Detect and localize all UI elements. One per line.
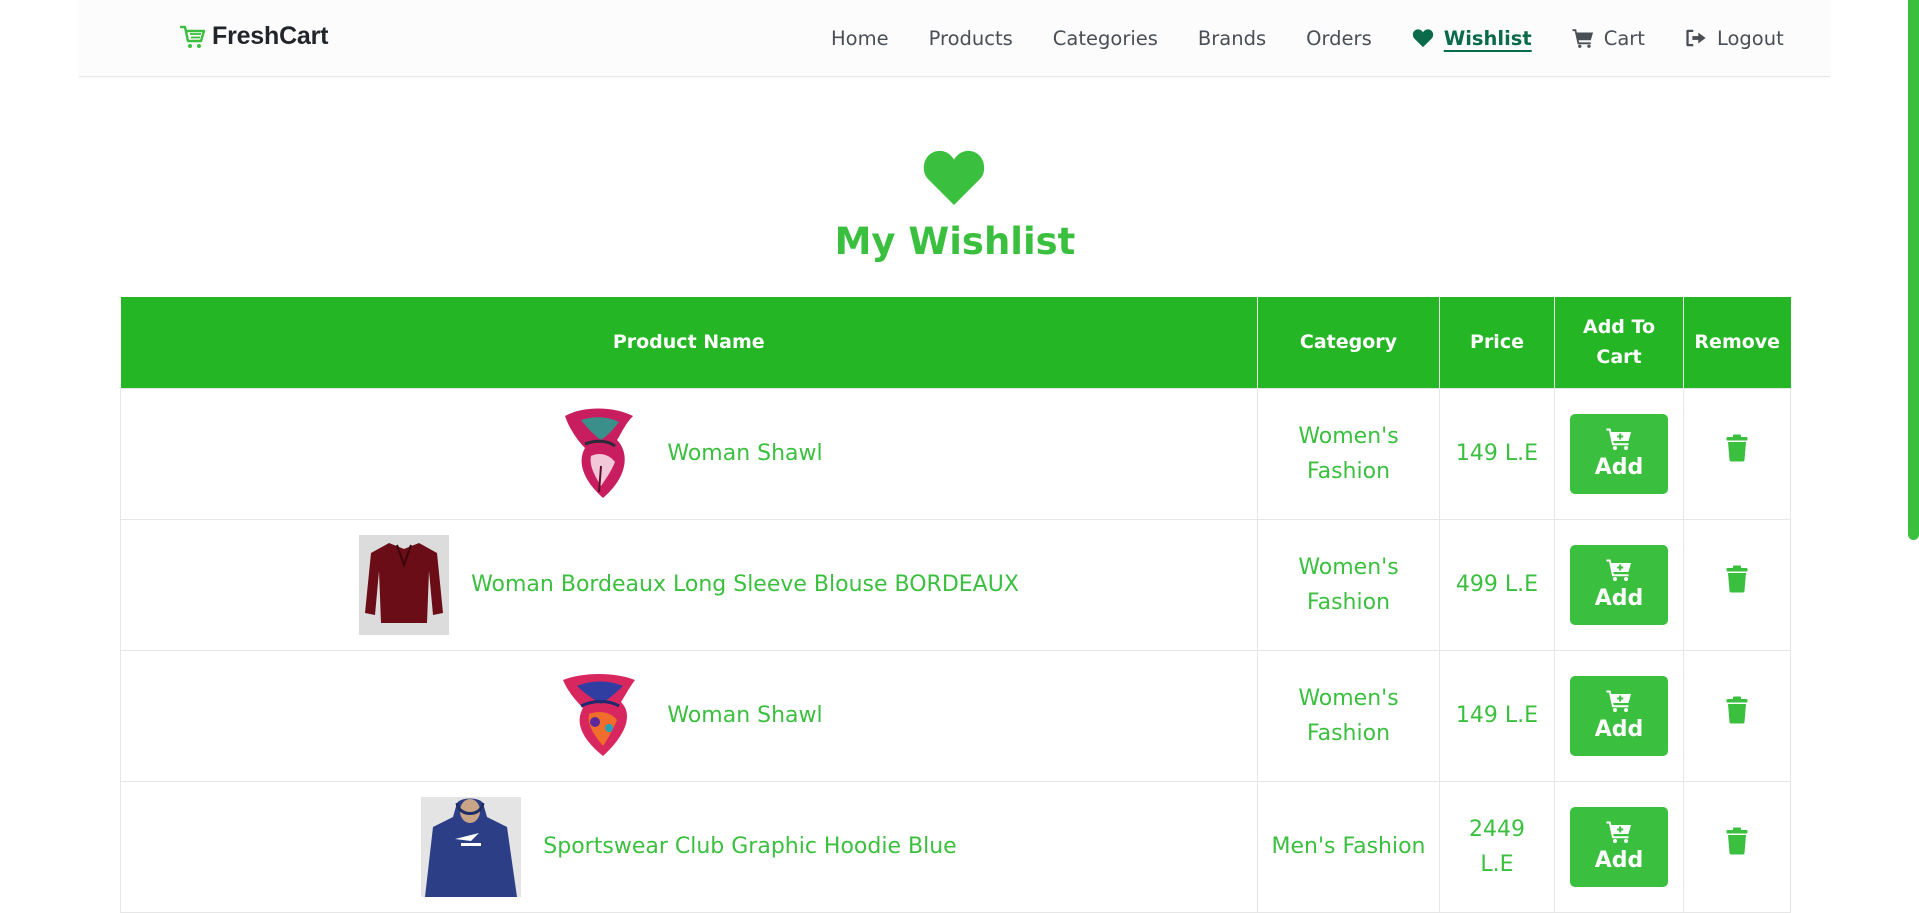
nav-categories-label: Categories — [1052, 26, 1158, 50]
table-row: Sportswear Club Graphic Hoodie Blue Men'… — [120, 780, 1791, 913]
header-add-to-cart: Add To Cart — [1554, 297, 1684, 388]
table-header-row: Product Name Category Price Add To Cart … — [120, 297, 1791, 388]
product-cell: Woman Bordeaux Long Sleeve Blouse BORDEA… — [120, 518, 1258, 651]
brand-name: FreshCart — [212, 22, 329, 50]
navbar: FreshCart Home Products Categories Brand… — [79, 0, 1830, 77]
wishlist-table: Product Name Category Price Add To Cart … — [120, 297, 1791, 913]
add-to-cart-cell: Add — [1554, 387, 1684, 520]
nav-home-label: Home — [831, 26, 889, 50]
page-scrollbar[interactable] — [1908, 0, 1919, 913]
logout-icon — [1686, 29, 1706, 47]
brand-logo[interactable]: FreshCart — [180, 22, 328, 51]
nav-wishlist[interactable]: Wishlist — [1412, 27, 1532, 50]
nav-logout[interactable]: Logout — [1685, 27, 1784, 50]
trash-icon — [1726, 565, 1748, 593]
product-image-hoodie[interactable] — [421, 796, 522, 897]
shawl-image — [565, 408, 634, 498]
remove-cell — [1683, 649, 1791, 782]
remove-button[interactable] — [1726, 565, 1748, 593]
nav-links: Home Products Categories Brands Orders W… — [831, 0, 1784, 76]
header-price: Price — [1439, 297, 1555, 388]
nav-brands[interactable]: Brands — [1198, 27, 1266, 50]
table-row: Woman Bordeaux Long Sleeve Blouse BORDEA… — [120, 518, 1791, 651]
heart-icon — [1412, 29, 1433, 48]
category-cell: Women's Fashion — [1257, 387, 1440, 520]
nav-cart-label: Cart — [1603, 26, 1645, 50]
product-image-blouse[interactable] — [359, 534, 450, 635]
table-row: Woman Shawl Women's Fashion 149 L.E Add — [120, 649, 1791, 782]
product-name[interactable]: Woman Bordeaux Long Sleeve Blouse BORDEA… — [471, 567, 1019, 602]
nav-categories[interactable]: Categories — [1053, 27, 1158, 50]
remove-cell — [1683, 387, 1791, 520]
nav-logout-label: Logout — [1716, 26, 1784, 50]
scrollbar-thumb[interactable] — [1908, 0, 1919, 540]
remove-button[interactable] — [1726, 434, 1748, 462]
add-to-cart-button[interactable]: Add — [1570, 806, 1668, 887]
product-image-shawl[interactable] — [555, 666, 645, 766]
table-row: Woman Shawl Women's Fashion 149 L.E Add — [120, 387, 1791, 520]
shawl-image — [563, 673, 636, 756]
product-image-shawl[interactable] — [555, 404, 645, 504]
header-remove: Remove — [1683, 297, 1791, 388]
add-to-cart-cell: Add — [1554, 780, 1684, 913]
trash-icon — [1726, 434, 1748, 462]
add-to-cart-button[interactable]: Add — [1570, 675, 1668, 756]
cart-plus-icon — [1606, 428, 1631, 450]
nav-orders-label: Orders — [1306, 26, 1372, 50]
add-button-label: Add — [1594, 455, 1644, 480]
nav-wishlist-label: Wishlist — [1443, 26, 1532, 50]
price-cell: 149 L.E — [1439, 649, 1555, 782]
add-to-cart-button[interactable]: Add — [1570, 413, 1668, 494]
remove-button[interactable] — [1726, 827, 1748, 855]
header-category: Category — [1257, 297, 1440, 388]
cart-plus-icon — [1606, 690, 1631, 712]
category-cell: Women's Fashion — [1257, 518, 1440, 651]
add-to-cart-cell: Add — [1554, 649, 1684, 782]
header-product-name: Product Name — [120, 297, 1258, 388]
product-name[interactable]: Woman Shawl — [667, 436, 822, 471]
price-cell: 2449 L.E — [1439, 780, 1555, 913]
cart-plus-icon — [1606, 821, 1631, 843]
nav-cart[interactable]: Cart — [1572, 27, 1645, 50]
price-cell: 149 L.E — [1439, 387, 1555, 520]
product-cell: Woman Shawl — [120, 387, 1258, 520]
product-name[interactable]: Woman Shawl — [667, 698, 822, 733]
price-cell: 499 L.E — [1439, 518, 1555, 651]
heart-icon — [923, 150, 985, 205]
add-button-label: Add — [1594, 848, 1644, 873]
trash-icon — [1726, 696, 1748, 724]
cart-logo-icon — [180, 25, 206, 48]
hoodie-image — [421, 796, 522, 897]
product-name[interactable]: Sportswear Club Graphic Hoodie Blue — [543, 829, 956, 864]
remove-cell — [1683, 780, 1791, 913]
nav-products[interactable]: Products — [929, 27, 1013, 50]
nav-products-label: Products — [928, 26, 1013, 50]
product-cell: Woman Shawl — [120, 649, 1258, 782]
remove-cell — [1683, 518, 1791, 651]
blouse-image — [359, 534, 450, 635]
trash-icon — [1726, 827, 1748, 855]
add-to-cart-cell: Add — [1554, 518, 1684, 651]
category-cell: Men's Fashion — [1257, 780, 1440, 913]
remove-button[interactable] — [1726, 696, 1748, 724]
nav-orders[interactable]: Orders — [1306, 27, 1372, 50]
category-cell: Women's Fashion — [1257, 649, 1440, 782]
page-title: My Wishlist — [834, 220, 1076, 263]
add-to-cart-button[interactable]: Add — [1570, 544, 1668, 625]
add-button-label: Add — [1594, 717, 1644, 742]
cart-icon — [1572, 29, 1593, 48]
nav-home[interactable]: Home — [831, 27, 889, 50]
cart-plus-icon — [1606, 559, 1631, 581]
product-cell: Sportswear Club Graphic Hoodie Blue — [120, 780, 1258, 913]
add-button-label: Add — [1594, 586, 1644, 611]
nav-brands-label: Brands — [1197, 26, 1267, 50]
